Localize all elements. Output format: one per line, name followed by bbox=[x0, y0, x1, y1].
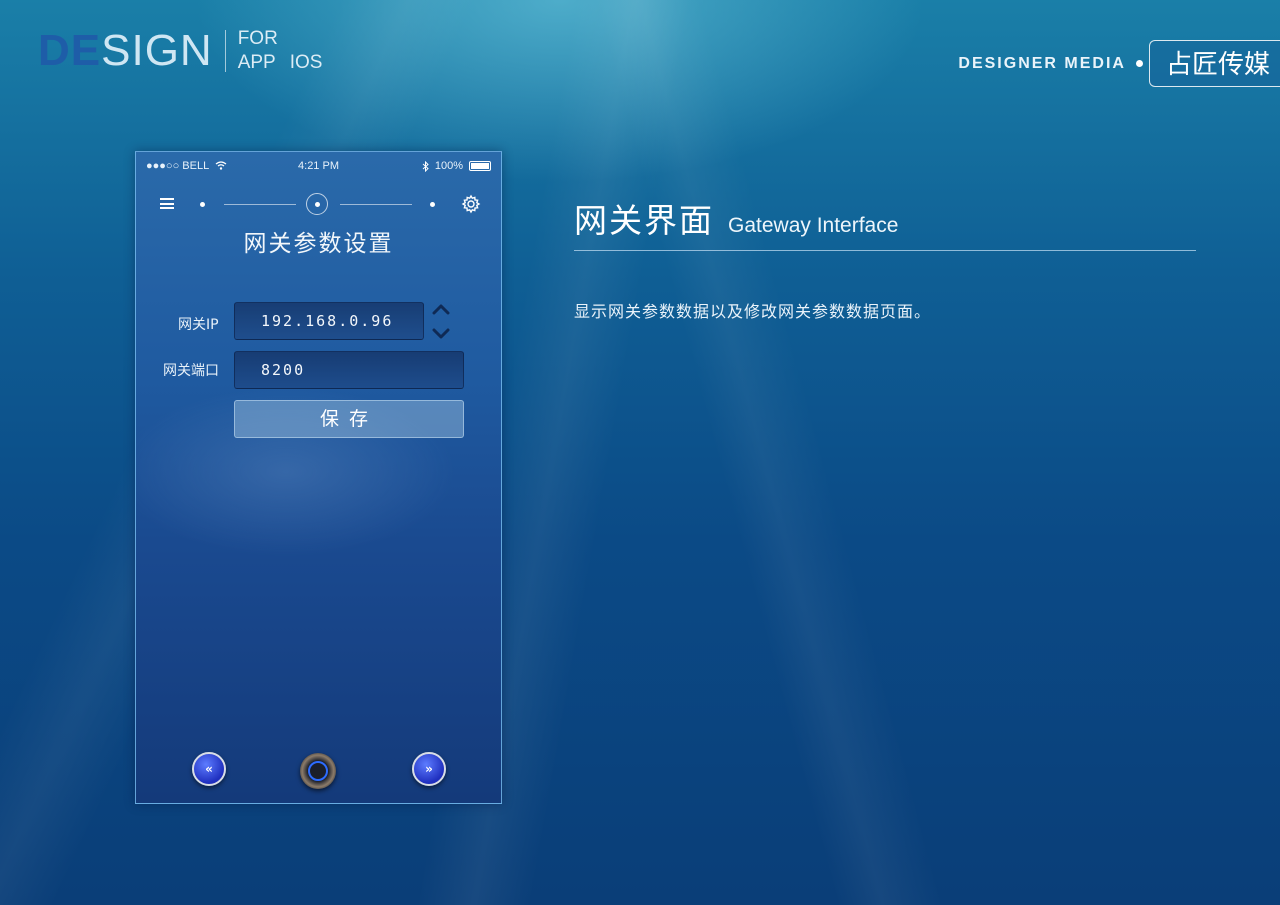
section-title-en: Gateway Interface bbox=[728, 214, 899, 237]
gateway-ip-input[interactable]: 192.168.0.96 bbox=[234, 302, 424, 340]
step-dot[interactable] bbox=[430, 202, 435, 207]
section-title-cn: 网关界面 bbox=[574, 201, 714, 240]
hamburger-icon[interactable] bbox=[160, 198, 174, 209]
brand-de: DE bbox=[38, 26, 102, 75]
section-divider bbox=[574, 250, 1196, 251]
step-dot[interactable] bbox=[200, 202, 205, 207]
media-cn-logo: 占匠传媒 bbox=[1148, 40, 1280, 87]
prev-button[interactable]: « bbox=[192, 752, 226, 786]
designer-media-label: DESIGNER MEDIA bbox=[958, 54, 1126, 72]
gateway-port-label: 网关端口 bbox=[163, 363, 219, 379]
gateway-ip-label: 网关IP bbox=[178, 317, 219, 333]
design-brand: DESIGN FOR APP IOS bbox=[38, 26, 322, 76]
bluetooth-icon bbox=[422, 160, 429, 172]
page-title: 网关参数设置 bbox=[243, 231, 394, 257]
section-heading: 网关界面 Gateway Interface bbox=[574, 194, 898, 242]
section-description: 显示网关参数数据以及修改网关参数数据页面。 bbox=[574, 302, 932, 321]
ip-stepper[interactable] bbox=[432, 302, 450, 342]
media-dot bbox=[1135, 60, 1143, 67]
brand-divider bbox=[224, 30, 226, 72]
status-bar: ●●●○○ BELL 4:21 PM 100% bbox=[136, 160, 501, 176]
next-button[interactable]: » bbox=[412, 752, 446, 786]
top-nav bbox=[136, 192, 501, 218]
chevron-up-icon bbox=[432, 304, 450, 315]
battery-percent: 100% bbox=[434, 160, 463, 172]
brand-sign: SIGN bbox=[101, 26, 213, 75]
home-button[interactable] bbox=[300, 753, 336, 789]
chevron-down-icon bbox=[432, 328, 450, 339]
step-current[interactable] bbox=[306, 193, 328, 215]
battery-icon bbox=[469, 161, 491, 171]
designer-media-badge: DESIGNER MEDIA 占匠传媒 bbox=[958, 40, 1280, 87]
brand-for: FOR bbox=[237, 28, 278, 49]
brand-app: APP bbox=[237, 52, 276, 73]
phone-mockup: ●●●○○ BELL 4:21 PM 100% 网关参数设置 网关IP 192.… bbox=[135, 151, 502, 804]
save-button[interactable]: 保存 bbox=[234, 400, 464, 438]
gear-icon[interactable] bbox=[461, 194, 481, 214]
brand-ios: IOS bbox=[289, 52, 323, 73]
step-indicator bbox=[198, 193, 438, 215]
brand-platform: FOR APP IOS bbox=[238, 27, 323, 75]
gateway-port-input[interactable]: 8200 bbox=[234, 351, 464, 389]
